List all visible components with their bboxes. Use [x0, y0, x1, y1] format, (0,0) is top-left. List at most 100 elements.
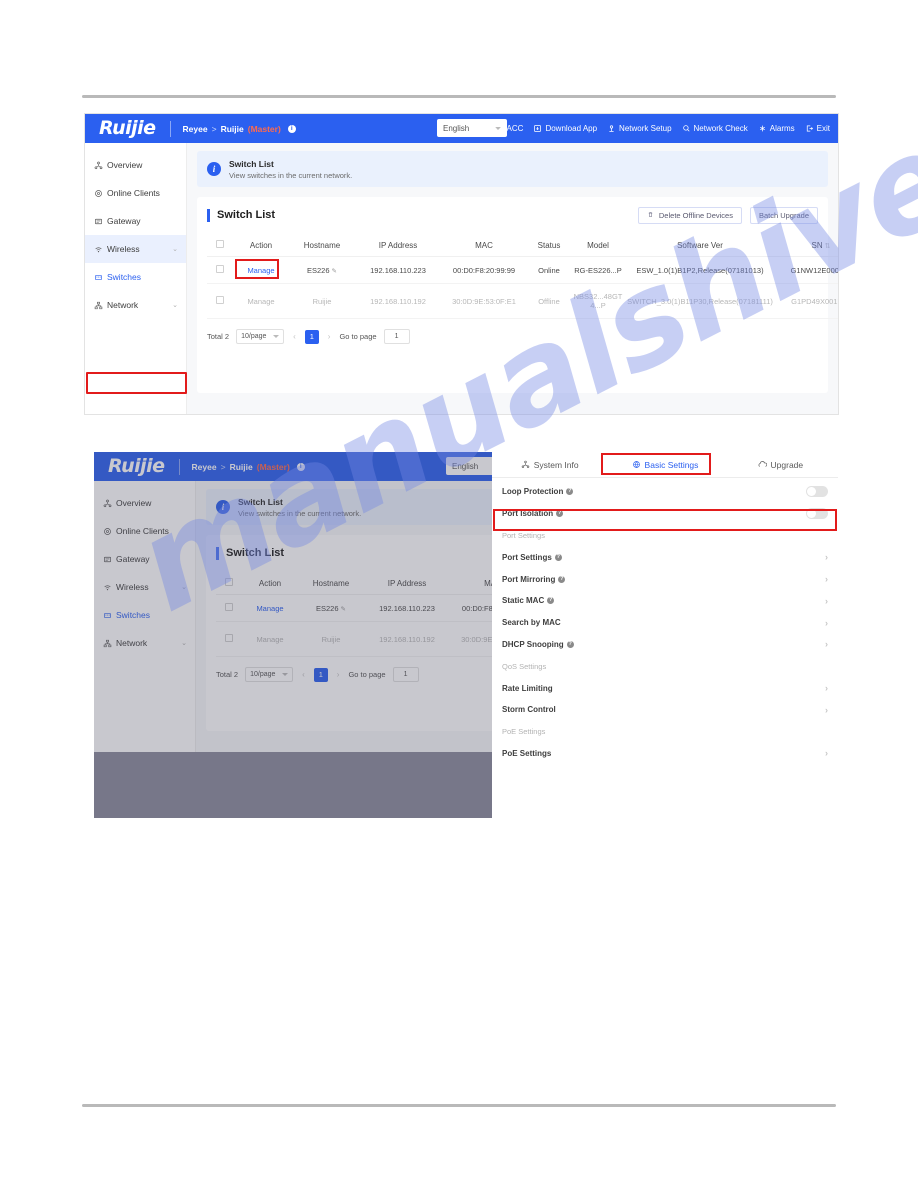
column-mac: MAC — [450, 572, 492, 595]
setting-label-wrap: PoE Settings — [502, 749, 551, 758]
page-title: Switch List — [216, 547, 284, 560]
info-icon[interactable]: i — [287, 124, 296, 133]
row-select-cell — [207, 283, 233, 319]
delete-offline-devices-button[interactable]: Delete Offline Devices — [637, 207, 742, 224]
setting-port-isolation[interactable]: Port Isolation ? — [492, 503, 838, 525]
tab-label: Upgrade — [770, 459, 804, 470]
cell-mac: 30:0D:9E:53:0F:E1 — [450, 621, 492, 657]
column-sn[interactable]: SN ⇅ — [775, 234, 838, 257]
setting-label: Static MAC — [502, 596, 545, 606]
switch-settings-panel: System Info Basic Settings Upgrade Loop … — [492, 452, 838, 818]
chevron-down-icon: ⌄ — [181, 584, 187, 591]
table-row[interactable]: Manage Ruijie 192.168.110.192 30:0D:9E:5… — [207, 283, 838, 319]
setting-label: Port Settings — [502, 552, 552, 562]
setting-search-by-mac[interactable]: Search by MAC › — [492, 612, 838, 634]
sidebar-item-label: Wireless — [116, 582, 149, 592]
header-action-exit[interactable]: Exit — [805, 124, 830, 133]
help-icon[interactable]: ? — [556, 510, 564, 518]
header-action-download-app[interactable]: Download App — [533, 124, 597, 133]
column-model: Model — [571, 234, 625, 257]
system-info-icon — [521, 460, 530, 469]
table-row[interactable]: Manage ES226 ✎ 192.168.110.223 00:D0:F8:2… — [207, 256, 838, 284]
breadcrumb-separator: > — [211, 123, 217, 134]
next-page-button[interactable]: › — [326, 332, 333, 341]
cell-action: Manage — [233, 283, 289, 319]
online-clients-icon — [103, 527, 112, 536]
help-icon[interactable]: ? — [566, 640, 574, 648]
gateway-icon — [103, 555, 112, 564]
tab-label: System Info — [533, 459, 579, 470]
manage-link: Manage — [256, 634, 284, 644]
setting-rate-limiting[interactable]: Rate Limiting › — [492, 677, 838, 699]
cell-ip-address: 192.168.110.223 — [364, 594, 450, 622]
setting-poe-settings[interactable]: PoE Settings › — [492, 743, 838, 765]
tab-system-info[interactable]: System Info — [492, 460, 607, 470]
settings-list: Loop Protection ? Port Isolation ? Port … — [492, 478, 838, 764]
setting-storm-control[interactable]: Storm Control › — [492, 699, 838, 721]
cell-hostname: Ruijie — [298, 621, 364, 657]
sidebar-item-online-clients[interactable]: Online Clients — [85, 179, 186, 207]
breadcrumb-first: Reyee — [191, 461, 217, 472]
group-header-qos-settings: QoS Settings — [492, 655, 838, 677]
cell-ip-address[interactable]: 192.168.110.223 — [355, 256, 441, 284]
sidebar-item-gateway: Gateway — [94, 545, 195, 573]
network-setup-icon — [607, 124, 616, 133]
cell-hostname: Ruijie — [289, 283, 355, 319]
sidebar-item-gateway[interactable]: Gateway — [85, 207, 186, 235]
column-status: Status — [527, 234, 571, 257]
header-action-network-check[interactable]: Network Check — [682, 124, 748, 133]
network-check-icon — [682, 124, 691, 133]
batch-upgrade-button[interactable]: Batch Upgrade — [749, 207, 818, 224]
loop-protection-toggle[interactable] — [806, 486, 828, 498]
header-action-label: Exit — [816, 124, 830, 133]
sidebar-item-label: Online Clients — [116, 526, 169, 536]
sidebar-item-wireless[interactable]: Wireless ⌄ — [85, 235, 186, 263]
row-checkbox[interactable] — [216, 296, 224, 304]
help-icon[interactable]: ? — [547, 597, 555, 605]
dimmed-backdrop — [94, 752, 492, 818]
goto-page-input[interactable]: 1 — [383, 329, 410, 344]
sidebar-item-label: Overview — [116, 498, 152, 508]
language-select: English — [446, 457, 492, 475]
setting-port-mirroring[interactable]: Port Mirroring ? › — [492, 568, 838, 590]
setting-dhcp-snooping[interactable]: DHCP Snooping ? › — [492, 634, 838, 656]
tab-upgrade[interactable]: Upgrade — [723, 460, 838, 470]
page-number-1[interactable]: 1 — [304, 329, 319, 344]
select-all-checkbox[interactable] — [216, 240, 224, 248]
notice-title: Switch List — [238, 496, 283, 507]
port-isolation-toggle[interactable] — [806, 508, 828, 520]
setting-port-settings[interactable]: Port Settings ? › — [492, 546, 838, 568]
header-action-network-setup[interactable]: Network Setup — [607, 124, 672, 133]
help-icon[interactable]: ? — [558, 575, 566, 583]
prev-page-button[interactable]: ‹ — [291, 332, 298, 341]
breadcrumb-first[interactable]: Reyee — [183, 124, 208, 134]
chevron-right-icon: › — [825, 683, 828, 694]
app-header-dim: Ruijie Reyee > Ruijie (Master) i English — [94, 452, 492, 481]
tab-basic-settings[interactable]: Basic Settings — [607, 460, 722, 470]
breadcrumb-second[interactable]: Ruijie — [221, 124, 244, 134]
page-size-value: 10/page — [250, 671, 276, 678]
edit-pencil-icon[interactable]: ✎ — [332, 268, 337, 275]
setting-loop-protection[interactable]: Loop Protection ? — [492, 481, 838, 503]
header-action-label: Download App — [545, 124, 598, 133]
help-icon[interactable]: ? — [566, 488, 574, 496]
setting-label-wrap: Port Mirroring ? — [502, 575, 566, 584]
setting-label-wrap: DHCP Snooping ? — [502, 640, 574, 649]
notice-subtitle: View switches in the current network. — [238, 508, 362, 518]
sidebar-item-overview[interactable]: Overview — [85, 151, 186, 179]
header-action-macc[interactable]: MACC — [488, 124, 523, 133]
upgrade-icon — [758, 460, 767, 469]
sidebar-item-label: Wireless — [107, 244, 140, 254]
manage-link[interactable]: Manage — [247, 297, 274, 306]
sidebar-item-online-clients: Online Clients — [94, 517, 195, 545]
setting-static-mac[interactable]: Static MAC ? › — [492, 590, 838, 612]
header-action-alarms[interactable]: Alarms — [758, 124, 795, 133]
cell-sn: G1PD49X00172E — [775, 283, 838, 319]
sidebar-item-switches[interactable]: Switches — [85, 263, 186, 291]
sidebar-item-network[interactable]: Network ⌄ — [85, 291, 186, 319]
cell-mac: 00:D0:F8:20:99:99 — [450, 594, 492, 622]
help-icon[interactable]: ? — [554, 553, 562, 561]
row-checkbox[interactable] — [216, 265, 224, 273]
manage-link[interactable]: Manage — [247, 266, 274, 275]
page-size-select[interactable]: 10/page — [236, 329, 285, 344]
